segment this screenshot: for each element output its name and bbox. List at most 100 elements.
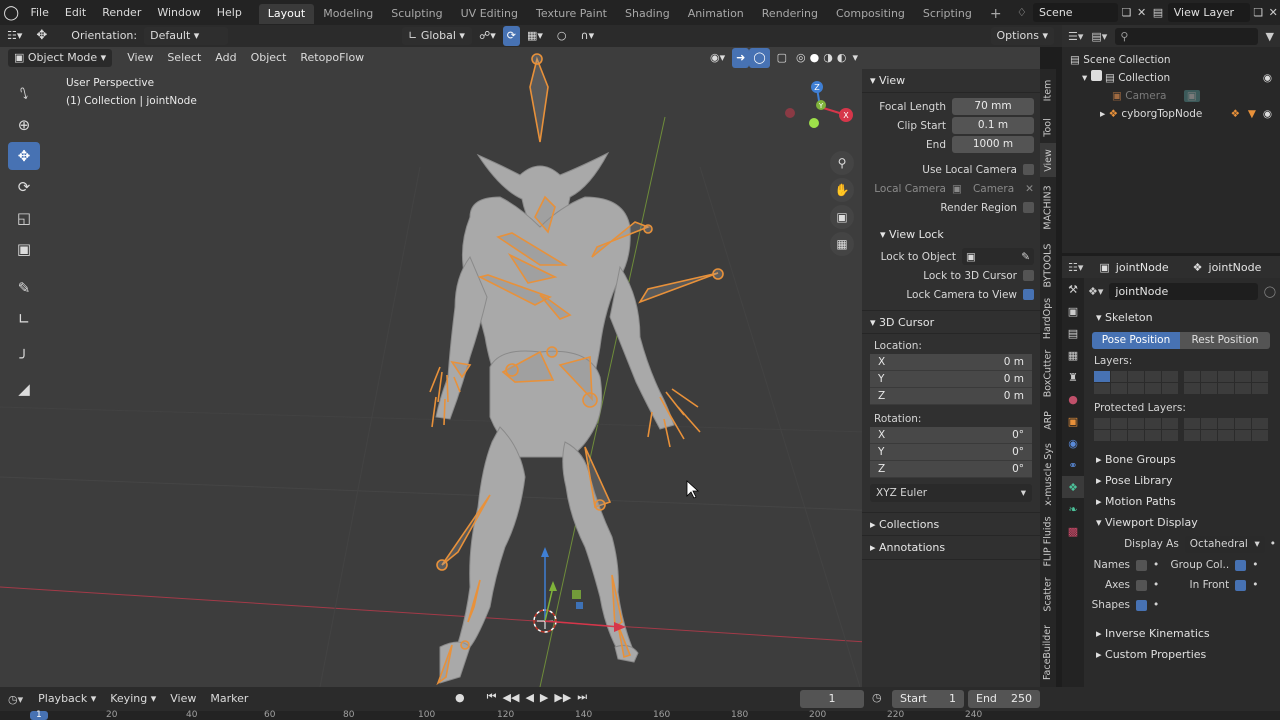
- play-reverse-icon[interactable]: ◀: [525, 691, 533, 704]
- animate-dot-icon[interactable]: •: [1252, 579, 1258, 591]
- visibility-eye-icon[interactable]: ◉: [1263, 69, 1272, 87]
- constraints-tab-icon[interactable]: ⚭: [1062, 454, 1084, 476]
- cursor-location-x[interactable]: X 0 m: [870, 354, 1032, 371]
- cursor-rotation-y[interactable]: Y 0°: [870, 444, 1032, 461]
- annotate-tool-icon[interactable]: ✎: [8, 274, 40, 302]
- select-box-tool-icon[interactable]: ⭛: [8, 80, 40, 108]
- viewport-menu-object[interactable]: Object: [244, 48, 294, 68]
- visibility-eye-icon[interactable]: ◉: [1263, 105, 1272, 123]
- tab-scatter[interactable]: Scatter: [1040, 571, 1056, 617]
- menu-file[interactable]: File: [22, 0, 56, 25]
- motion-paths-header[interactable]: ▸ Motion Paths: [1088, 491, 1276, 512]
- output-tab-icon[interactable]: ▤: [1062, 322, 1084, 344]
- timeline-view-menu[interactable]: View: [163, 689, 203, 709]
- viewport-display-header[interactable]: ▾ Viewport Display: [1088, 512, 1276, 533]
- perspective-grid-icon[interactable]: ▦: [830, 232, 854, 256]
- tab-arp[interactable]: ARP: [1040, 403, 1056, 437]
- protected-layers-grid-right[interactable]: [1184, 418, 1268, 441]
- lock-camera-checkbox[interactable]: [1023, 289, 1034, 300]
- armature-tab-icon[interactable]: ❖: [1062, 476, 1084, 498]
- view-panel-header[interactable]: ▾ View: [862, 69, 1040, 93]
- proportional-edit-icon[interactable]: ○: [550, 26, 574, 46]
- tab-uv-editing[interactable]: UV Editing: [452, 4, 527, 24]
- outliner-camera[interactable]: ▣ Camera ▣: [1062, 87, 1280, 105]
- lock-to-object-field[interactable]: ▣ ✎: [962, 248, 1034, 265]
- protected-layers-grid-left[interactable]: [1094, 418, 1178, 441]
- cursor-rotation-z[interactable]: Z 0°: [870, 461, 1032, 478]
- pose-position-button[interactable]: Pose Position: [1092, 332, 1180, 349]
- outliner-search-input[interactable]: ⚲: [1115, 27, 1258, 45]
- menu-edit[interactable]: Edit: [57, 0, 94, 25]
- pose-library-header[interactable]: ▸ Pose Library: [1088, 470, 1276, 491]
- new-scene-icon[interactable]: ❏: [1118, 6, 1134, 19]
- remove-scene-icon[interactable]: ✕: [1135, 6, 1148, 19]
- play-icon[interactable]: ▶: [540, 691, 548, 704]
- gizmo-toggle-icon[interactable]: ➜: [732, 48, 750, 68]
- render-region-checkbox[interactable]: [1023, 202, 1034, 213]
- viewport-menu-select[interactable]: Select: [160, 48, 208, 68]
- collection-checkbox[interactable]: [1090, 70, 1102, 81]
- outliner-cyborg-node[interactable]: ▸ ❖ cyborgTopNode ❖ ▼ ◉: [1062, 105, 1280, 123]
- viewport-menu-view[interactable]: View: [120, 48, 160, 68]
- timeline-editor-icon[interactable]: ◷▾: [0, 693, 31, 706]
- tab-machin3[interactable]: MACHIN3: [1040, 177, 1056, 237]
- curve-tool-icon[interactable]: ╯: [8, 344, 40, 372]
- eyedropper-icon[interactable]: ✎: [1021, 251, 1030, 263]
- tab-rendering[interactable]: Rendering: [753, 4, 827, 24]
- viewport-menu-retopoflow[interactable]: RetopoFlow: [293, 48, 371, 68]
- shapes-checkbox[interactable]: [1136, 599, 1147, 611]
- image-tool-icon[interactable]: ◢: [8, 375, 40, 403]
- shading-rendered-icon[interactable]: ◐: [835, 48, 849, 68]
- animate-dot-icon[interactable]: •: [1153, 599, 1159, 611]
- tab-flip-fluids[interactable]: FLIP Fluids: [1040, 511, 1056, 571]
- scene-field[interactable]: Scene: [1033, 3, 1119, 22]
- layers-grid-left[interactable]: [1094, 371, 1178, 394]
- properties-editor-icon[interactable]: ☷▾: [1062, 261, 1089, 274]
- axes-checkbox[interactable]: [1136, 579, 1147, 591]
- clip-start-field[interactable]: 0.1 m: [952, 117, 1034, 134]
- animate-dot-icon[interactable]: •: [1252, 559, 1258, 571]
- focal-length-field[interactable]: 70 mm: [952, 98, 1034, 115]
- prev-keyframe-icon[interactable]: ◀◀: [503, 691, 520, 704]
- transform-tool-icon[interactable]: ▣: [8, 235, 40, 263]
- display-as-dropdown[interactable]: Octahedral ▾: [1184, 535, 1265, 553]
- view-lock-header[interactable]: ▾ View Lock: [862, 223, 1040, 247]
- orientation-dropdown[interactable]: Default ▾: [144, 27, 229, 45]
- bone-tab-icon[interactable]: ❧: [1062, 498, 1084, 520]
- tab-facebuilder[interactable]: FaceBuilder: [1040, 617, 1056, 687]
- tab-hardops[interactable]: HardOps: [1040, 293, 1056, 343]
- shading-material-icon[interactable]: ◑: [821, 48, 835, 68]
- rotate-tool-icon[interactable]: ⟳: [8, 173, 40, 201]
- animate-dot-icon[interactable]: •: [1153, 579, 1159, 591]
- overlay-toggle-icon[interactable]: ◯: [749, 48, 770, 68]
- animate-dot-icon[interactable]: •: [1270, 538, 1276, 550]
- cursor-location-y[interactable]: Y 0 m: [870, 371, 1032, 388]
- fake-user-icon[interactable]: ◯: [1264, 285, 1276, 298]
- pan-hand-icon[interactable]: ✋: [830, 178, 854, 202]
- skeleton-header[interactable]: ▾ Skeleton: [1088, 307, 1276, 328]
- tab-x-muscle-sys[interactable]: x-muscle Sys: [1040, 437, 1056, 511]
- tab-scripting[interactable]: Scripting: [914, 4, 981, 24]
- xray-icon[interactable]: ▢: [770, 48, 794, 68]
- use-local-camera-checkbox[interactable]: [1023, 164, 1034, 175]
- in-front-checkbox[interactable]: [1235, 579, 1247, 591]
- inverse-kinematics-header[interactable]: ▸ Inverse Kinematics: [1088, 623, 1276, 644]
- record-icon[interactable]: ●: [455, 691, 465, 704]
- cursor-location-z[interactable]: Z 0 m: [870, 388, 1032, 405]
- names-checkbox[interactable]: [1136, 559, 1147, 571]
- tab-bytools[interactable]: BYTOOLS: [1040, 237, 1056, 293]
- tab-boxcutter[interactable]: BoxCutter: [1040, 343, 1056, 403]
- tab-view[interactable]: View: [1040, 143, 1056, 177]
- tab-compositing[interactable]: Compositing: [827, 4, 914, 24]
- pivot-point-icon[interactable]: ☍▾: [472, 26, 503, 46]
- visibility-icon[interactable]: ◉▾: [703, 48, 732, 68]
- outliner-editor-icon[interactable]: ☰▾: [1068, 30, 1083, 43]
- viewport-menu-add[interactable]: Add: [208, 48, 243, 68]
- tool-tab-icon[interactable]: ⚒: [1062, 278, 1084, 300]
- view-layer-tab-icon[interactable]: ▦: [1062, 344, 1084, 366]
- shading-solid-icon[interactable]: ●: [808, 48, 822, 68]
- collections-header[interactable]: ▸ Collections: [862, 512, 1040, 536]
- object-tab-icon[interactable]: ▣: [1062, 410, 1084, 432]
- shading-options-icon[interactable]: ▾: [848, 48, 862, 68]
- transform-orientation-dropdown[interactable]: ∟ Global ▾: [402, 27, 473, 45]
